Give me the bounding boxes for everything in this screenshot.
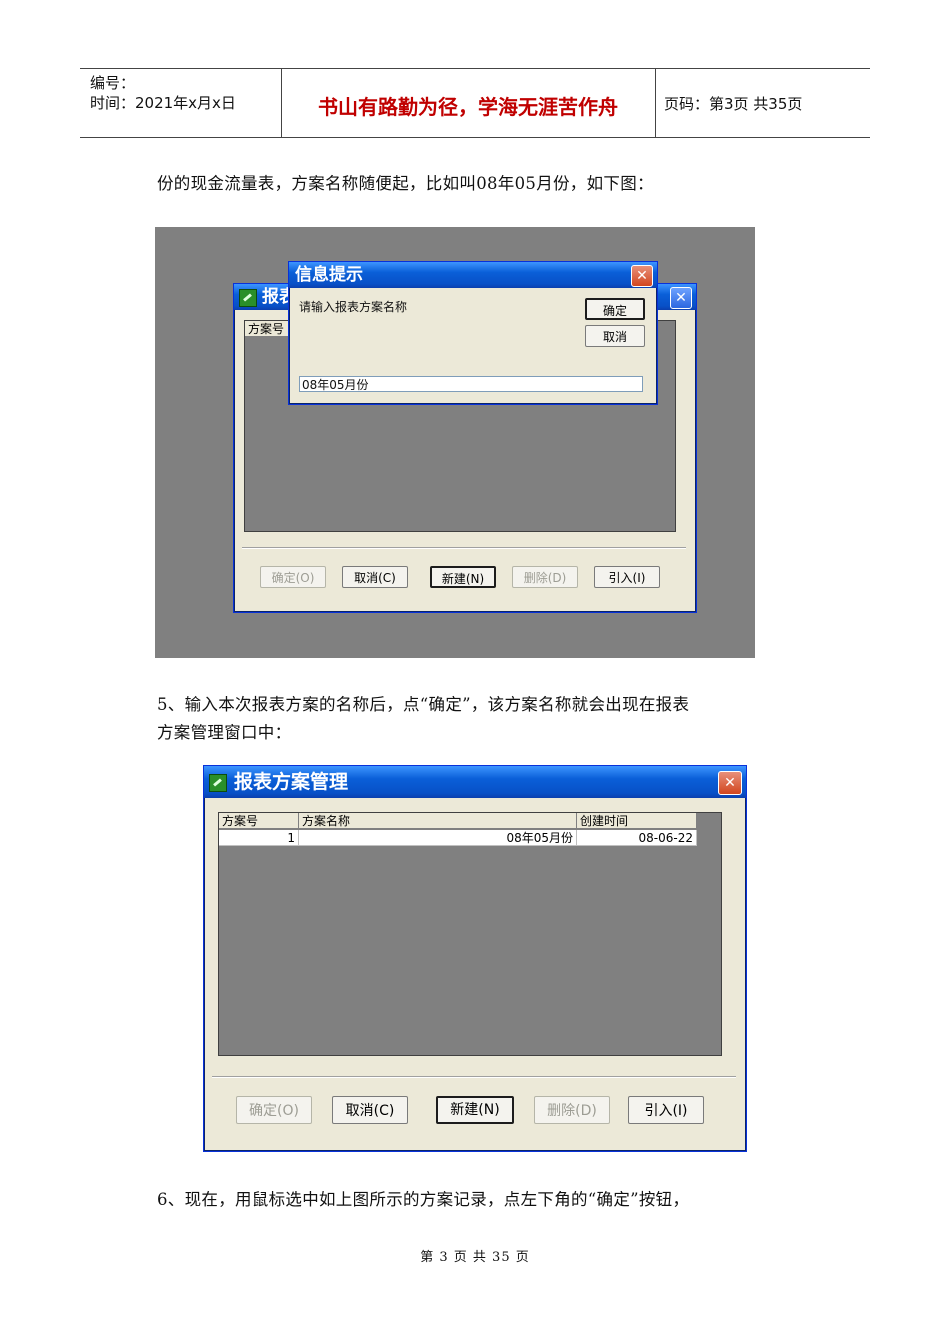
- dialog-ok-button[interactable]: 确定: [585, 298, 645, 320]
- close-icon[interactable]: ✕: [718, 771, 742, 795]
- new-button[interactable]: 新建(N): [436, 1096, 514, 1124]
- window-title: 报表方案管理: [234, 771, 349, 793]
- dialog-cancel-button[interactable]: 取消: [585, 325, 645, 347]
- paragraph-2: 5、输入本次报表方案的名称后，点“确定”，该方案名称就会出现在报表 方案管理窗口…: [157, 691, 689, 747]
- column-header-id[interactable]: 方案号: [219, 813, 299, 829]
- app-icon: [239, 289, 257, 307]
- import-button[interactable]: 引入(I): [594, 566, 660, 588]
- dialog-titlebar: 信息提示 ✕: [289, 262, 657, 288]
- scheme-name-input[interactable]: 08年05月份: [299, 376, 643, 392]
- page-footer: 第 3 页 共 35 页: [420, 1250, 530, 1265]
- app-icon: [209, 774, 227, 792]
- column-header-created[interactable]: 创建时间: [577, 813, 697, 829]
- page-header: 编号： 时间：2021年x月x日 书山有路勤为径，学海无涯苦作舟 页码：第3页 …: [80, 68, 870, 138]
- header-meta: 编号： 时间：2021年x月x日: [90, 73, 236, 113]
- ok-button[interactable]: 确定(O): [236, 1096, 312, 1124]
- header-page-info: 页码：第3页 共35页: [664, 95, 803, 113]
- screenshot-report-manager: 报表方案管理 ✕ 方案号 方案名称 创建时间 1 08年05月份 08-06-2…: [203, 765, 747, 1152]
- header-date: 时间：2021年x月x日: [90, 94, 236, 112]
- paragraph-3: 6、现在，用鼠标选中如上图所示的方案记录，点左下角的“确定”按钮，: [157, 1190, 690, 1209]
- report-manager-window: 报表方案管理 ✕ 方案号 方案名称 创建时间 1 08年05月份 08-06-2…: [203, 765, 747, 1152]
- new-button[interactable]: 新建(N): [430, 566, 496, 588]
- header-divider: [655, 69, 656, 137]
- window-titlebar: 报表方案管理 ✕: [204, 766, 746, 798]
- header-motto: 书山有路勤为径，学海无涯苦作舟: [318, 95, 618, 119]
- paragraph-2-line-1: 5、输入本次报表方案的名称后，点“确定”，该方案名称就会出现在报表: [157, 695, 690, 714]
- paragraph-2-line-2: 方案管理窗口中：: [157, 723, 292, 742]
- scheme-grid[interactable]: 方案号 方案名称 创建时间 1 08年05月份 08-06-22: [218, 812, 722, 1056]
- import-button[interactable]: 引入(I): [628, 1096, 704, 1124]
- screenshot-input-dialog: 报表 ✕ 方案号 确定(O) 取消(C) 新建(N) 删除(D) 引入(I) 信…: [155, 227, 755, 658]
- divider: [242, 547, 686, 549]
- cancel-button[interactable]: 取消(C): [342, 566, 408, 588]
- paragraph-1: 份的现金流量表，方案名称随便起，比如叫08年05月份，如下图：: [157, 174, 654, 193]
- delete-button[interactable]: 删除(D): [534, 1096, 610, 1124]
- divider: [212, 1076, 736, 1078]
- close-icon[interactable]: ✕: [631, 265, 653, 287]
- cell-name[interactable]: 08年05月份: [299, 830, 577, 846]
- dialog-title: 信息提示: [295, 265, 363, 285]
- cell-created[interactable]: 08-06-22: [577, 830, 697, 846]
- column-header[interactable]: 方案号: [245, 321, 289, 337]
- cancel-button[interactable]: 取消(C): [332, 1096, 408, 1124]
- close-icon[interactable]: ✕: [670, 287, 692, 309]
- ok-button[interactable]: 确定(O): [260, 566, 326, 588]
- delete-button[interactable]: 删除(D): [512, 566, 578, 588]
- info-prompt-dialog: 信息提示 ✕ 请输入报表方案名称 确定 取消 08年05月份: [288, 261, 658, 405]
- header-number: 编号：: [90, 74, 136, 92]
- dialog-prompt: 请输入报表方案名称: [299, 300, 408, 314]
- cell-id[interactable]: 1: [219, 830, 299, 846]
- column-header-name[interactable]: 方案名称: [299, 813, 577, 829]
